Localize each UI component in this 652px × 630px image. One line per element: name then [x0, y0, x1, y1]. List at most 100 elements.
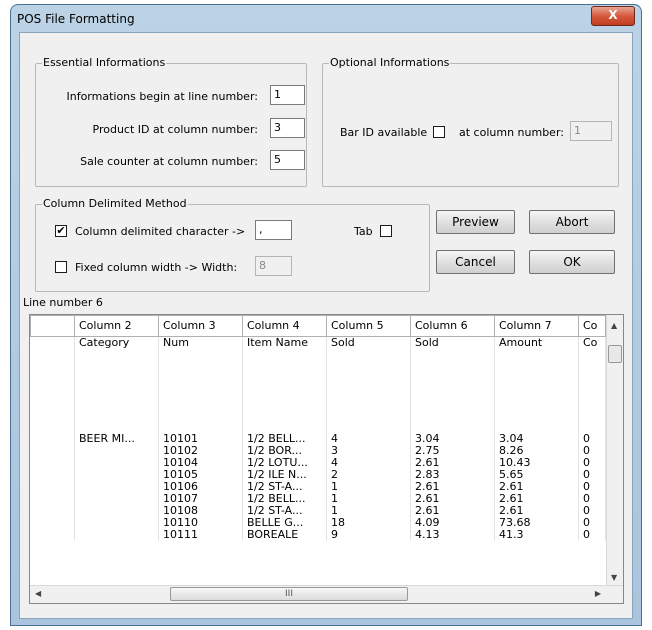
grid-cell	[494, 385, 579, 397]
grid-row[interactable]	[30, 385, 606, 397]
grid-cell	[410, 349, 495, 361]
grid-cell	[74, 445, 159, 457]
sale-counter-input[interactable]: 5	[270, 150, 305, 170]
scroll-left-arrow-icon[interactable]: ◀	[35, 589, 41, 598]
horizontal-scrollbar[interactable]: ◀ III ▶	[30, 585, 623, 603]
column-header-cell: Column 4	[242, 315, 327, 337]
scroll-right-arrow-icon[interactable]: ▶	[595, 589, 601, 598]
grid-row[interactable]	[30, 409, 606, 421]
grid-cell	[30, 517, 75, 529]
grid-cell: 4	[326, 457, 411, 469]
grid-cell: 2.61	[494, 481, 579, 493]
width-input[interactable]: 8	[255, 256, 292, 276]
preview-grid[interactable]: Column 2 Column 3 Column 4 Column 5 Column 6…	[29, 314, 624, 604]
column-header-cell: Column 7	[494, 315, 579, 337]
preview-table: Column 2 Column 3 Column 4 Column 5 Column 6…	[30, 315, 606, 541]
cancel-button[interactable]: Cancel	[436, 250, 515, 274]
grid-row[interactable]: 10108 1/2 ST-A... 1 2.61 2.61 0	[30, 505, 606, 517]
grid-cell	[242, 409, 327, 421]
close-button[interactable]: X	[591, 6, 635, 26]
vertical-scroll-thumb[interactable]	[608, 345, 622, 363]
grid-cell: 1/2 BELL...	[242, 493, 327, 505]
horizontal-scroll-thumb[interactable]: III	[170, 587, 408, 601]
grid-row[interactable]	[30, 397, 606, 409]
grid-cell: 2.61	[410, 505, 495, 517]
grid-row[interactable]	[30, 349, 606, 361]
ok-button[interactable]: OK	[529, 250, 615, 274]
grid-cell	[74, 481, 159, 493]
line-number-label: Line number 6	[23, 296, 103, 309]
grid-row[interactable]	[30, 421, 606, 433]
bar-id-label: Bar ID available	[340, 126, 428, 139]
sale-counter-label: Sale counter at column number:	[80, 155, 258, 168]
grid-cell: 10108	[158, 505, 243, 517]
grid-row[interactable]: BEER MI... 10101 1/2 BELL... 4 3.04 3.04 0	[30, 433, 606, 445]
tab-label: Tab	[354, 225, 373, 238]
delimiter-input[interactable]: ,	[255, 220, 292, 240]
grid-cell: 3.04	[410, 433, 495, 445]
bar-id-checkbox[interactable]	[433, 126, 445, 138]
column-header-cell: Column 3	[158, 315, 243, 337]
grid-cell	[30, 457, 75, 469]
grid-cell	[30, 336, 75, 349]
product-id-input[interactable]: 3	[270, 118, 305, 138]
grid-cell: 4	[326, 433, 411, 445]
scroll-down-arrow-icon[interactable]: ▼	[611, 573, 617, 582]
at-column-label: at column number:	[459, 126, 564, 139]
grid-row[interactable]: 10102 1/2 BOR... 3 2.75 8.26 0	[30, 445, 606, 457]
grid-cell	[578, 361, 606, 373]
begin-line-input[interactable]: 1	[270, 85, 305, 105]
grid-cell: 10111	[158, 529, 243, 541]
preview-button[interactable]: Preview	[436, 210, 515, 234]
grid-row[interactable]: Category Num Item Name Sold Sold Amount Co	[30, 336, 606, 349]
grid-cell: 73.68	[494, 517, 579, 529]
grid-cell	[30, 421, 75, 433]
grid-cell: 1	[326, 505, 411, 517]
grid-row[interactable]: 10105 1/2 ILE N... 2 2.83 5.65 0	[30, 469, 606, 481]
column-header-cell: Column 2	[74, 315, 159, 337]
grid-cell: 4.09	[410, 517, 495, 529]
grid-row[interactable]: 10106 1/2 ST-A... 1 2.61 2.61 0	[30, 481, 606, 493]
grid-cell	[578, 409, 606, 421]
grid-cell: Num	[158, 336, 243, 349]
column-header-cell: Co	[578, 315, 606, 337]
abort-button[interactable]: Abort	[529, 210, 615, 234]
vertical-scrollbar[interactable]: ▲ ▼	[606, 315, 623, 587]
grid-row[interactable]: 10110 BELLE G... 18 4.09 73.68 0	[30, 517, 606, 529]
grid-cell	[494, 397, 579, 409]
grid-cell: 9	[326, 529, 411, 541]
grid-row[interactable]: 10107 1/2 BELL... 1 2.61 2.61 0	[30, 493, 606, 505]
grid-cell: 18	[326, 517, 411, 529]
grid-cell: 10105	[158, 469, 243, 481]
grid-cell: 10110	[158, 517, 243, 529]
grid-cell	[326, 373, 411, 385]
grid-cell	[74, 409, 159, 421]
column-delimited-group: Column Delimited Method ✔ Column delimit…	[35, 197, 430, 292]
fixed-width-checkbox[interactable]	[55, 261, 67, 273]
grid-cell	[30, 349, 75, 361]
grid-cell	[326, 397, 411, 409]
grid-row[interactable]: 10111 BOREALE 9 4.13 41.3 0	[30, 529, 606, 541]
grid-header-row[interactable]: Column 2 Column 3 Column 4 Column 5 Column 6…	[30, 315, 606, 337]
grid-row[interactable]	[30, 373, 606, 385]
grid-cell: Co	[578, 336, 606, 349]
grid-row[interactable]	[30, 361, 606, 373]
grid-cell	[242, 385, 327, 397]
grid-cell	[410, 373, 495, 385]
grid-cell	[30, 529, 75, 541]
scroll-up-arrow-icon[interactable]: ▲	[611, 321, 617, 330]
grid-cell	[326, 361, 411, 373]
grid-row[interactable]: 10104 1/2 LOTU... 4 2.61 10.43 0	[30, 457, 606, 469]
grid-cell	[30, 445, 75, 457]
grid-cell	[242, 421, 327, 433]
grid-cell: 10104	[158, 457, 243, 469]
title-bar[interactable]: POS File Formatting X	[11, 5, 641, 33]
delimited-checkbox[interactable]: ✔	[55, 225, 67, 237]
grid-cell	[74, 349, 159, 361]
grid-cell	[326, 409, 411, 421]
grid-cell	[494, 373, 579, 385]
grid-cell: 5.65	[494, 469, 579, 481]
bar-id-column-input[interactable]: 1	[570, 121, 612, 141]
grid-cell	[494, 349, 579, 361]
tab-checkbox[interactable]	[380, 225, 392, 237]
